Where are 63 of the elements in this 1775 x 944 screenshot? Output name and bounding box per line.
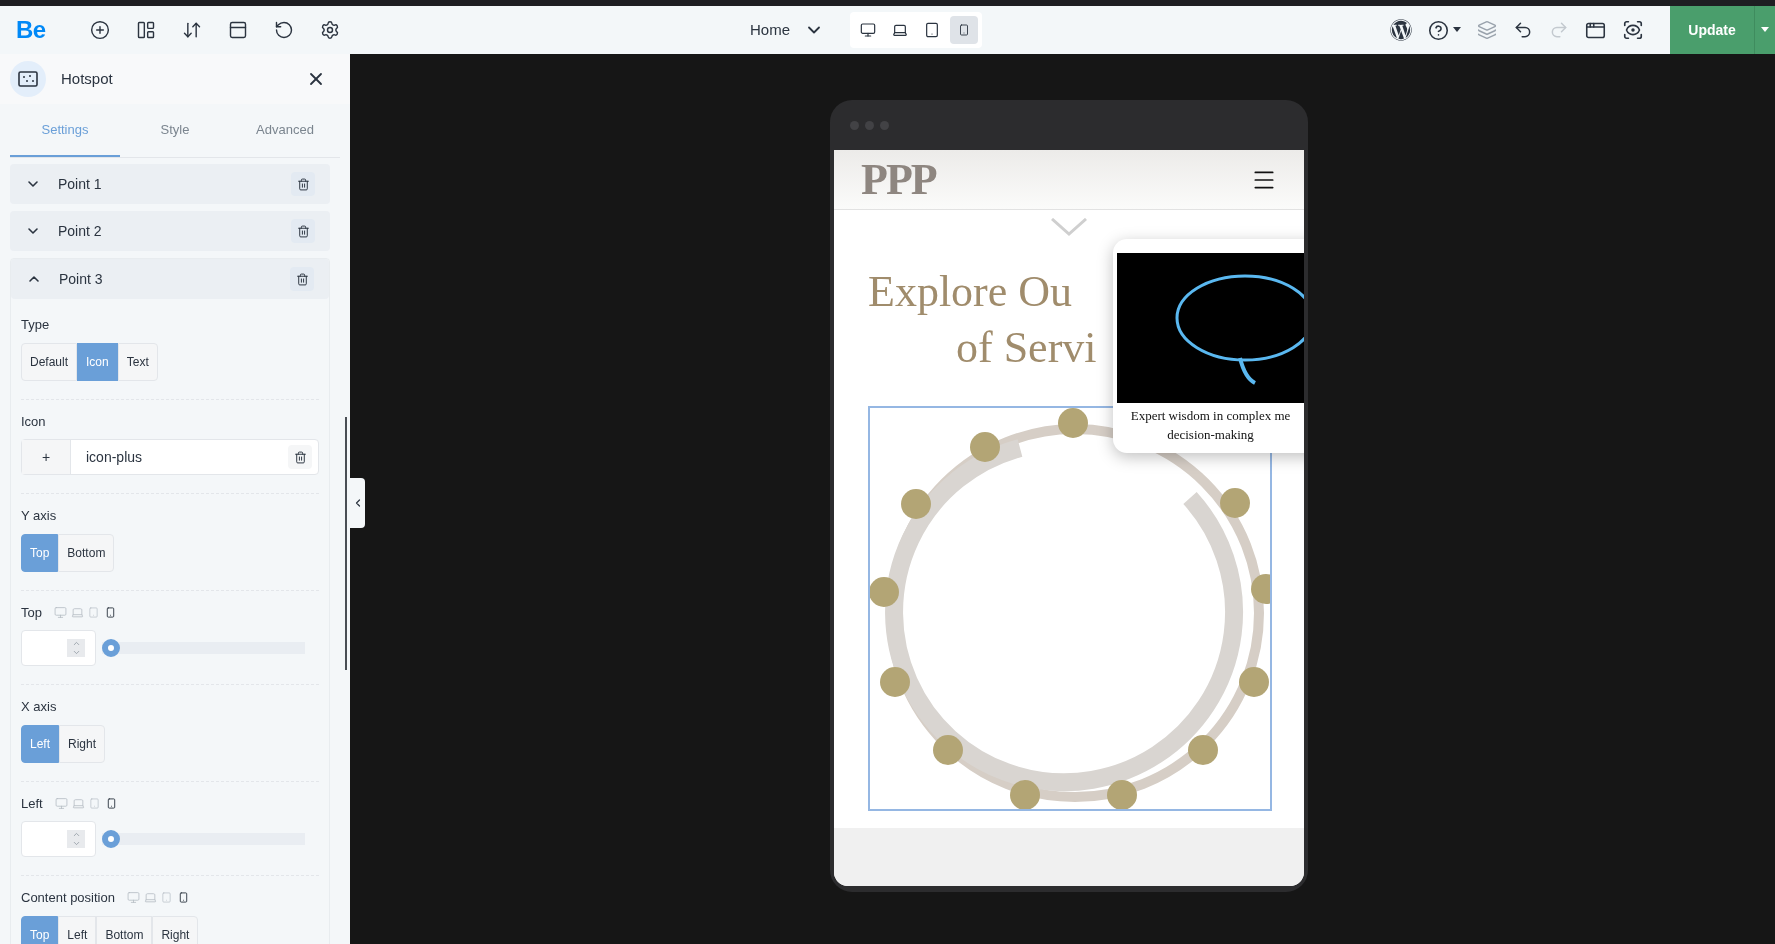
panel-tab[interactable]: Style: [120, 104, 230, 157]
mobile-icon[interactable]: [104, 606, 116, 618]
field-label: Icon: [21, 412, 46, 431]
trash-icon[interactable]: [295, 272, 309, 286]
field-label: Left: [21, 794, 43, 813]
number-field[interactable]: [21, 821, 96, 857]
preview-icon[interactable]: [1622, 19, 1644, 41]
device-toggle[interactable]: [950, 16, 978, 44]
tablet-icon[interactable]: [924, 22, 940, 38]
field-label: Y axis: [21, 507, 57, 525]
page-selector[interactable]: Home: [750, 18, 824, 42]
segment-option[interactable]: Right: [59, 724, 106, 763]
accordion-title: Point 1: [58, 174, 102, 194]
undo-icon[interactable]: [1513, 20, 1533, 40]
slider-track[interactable]: [102, 639, 305, 657]
slider-thumb[interactable]: [102, 830, 120, 848]
delete-button[interactable]: [291, 172, 315, 196]
trash-icon[interactable]: [296, 224, 310, 238]
mobile-icon[interactable]: [177, 892, 189, 904]
caret-icon[interactable]: [1761, 27, 1769, 33]
panel-tab[interactable]: Advanced: [230, 104, 340, 157]
trash-icon[interactable]: [293, 450, 307, 464]
accordion-title: Point 2: [58, 221, 102, 241]
delete-button[interactable]: [290, 267, 314, 291]
segment-option[interactable]: Right: [152, 915, 199, 944]
laptop-icon[interactable]: [892, 22, 908, 38]
delete-icon-button[interactable]: [288, 445, 312, 469]
segment-option[interactable]: Text: [117, 342, 158, 381]
number-field[interactable]: [21, 630, 96, 666]
slider-thumb[interactable]: [102, 639, 120, 657]
segment-option[interactable]: Left: [58, 915, 97, 944]
icon-name: icon-plus: [85, 447, 144, 467]
help-icon[interactable]: [1428, 19, 1461, 41]
popup-caption: decision-making: [1167, 426, 1254, 444]
segment-option[interactable]: Bottom: [58, 533, 115, 572]
field-label: Content position: [21, 889, 115, 907]
icon-preview: +: [22, 440, 71, 474]
field-label: Top: [21, 603, 42, 622]
chevron-down-icon: [1051, 218, 1087, 236]
slider-track[interactable]: [102, 830, 305, 848]
section-heading: Explore Ou: [868, 266, 1073, 318]
field-label: X axis: [21, 698, 57, 716]
hotspot-icon: [10, 61, 46, 97]
accordion-header[interactable]: Point 2: [10, 211, 330, 251]
icon-picker[interactable]: + icon-plus: [21, 439, 319, 475]
accordion-header[interactable]: Point 3: [11, 259, 329, 299]
segment-option[interactable]: Default: [21, 342, 78, 381]
section-heading: of Servi: [956, 322, 1097, 374]
mobile-icon[interactable]: [958, 24, 970, 36]
trash-icon[interactable]: [296, 177, 310, 191]
accordion-header[interactable]: Point 1: [10, 164, 330, 204]
mobile-icon[interactable]: [105, 797, 117, 809]
desktop-icon[interactable]: [860, 22, 876, 38]
wordpress-icon[interactable]: [1390, 19, 1412, 41]
add-icon[interactable]: [88, 18, 112, 42]
popup-caption: Expert wisdom in complex me: [1130, 407, 1291, 425]
delete-button[interactable]: [291, 219, 315, 243]
panel-title: Hotspot: [61, 68, 113, 89]
field-label: Type: [21, 316, 50, 334]
collapse-panel-handle[interactable]: [350, 478, 365, 528]
accordion-title: Point 3: [59, 269, 103, 289]
scrollbar-thumb[interactable]: [345, 417, 347, 670]
segment-option[interactable]: Bottom: [96, 915, 153, 944]
